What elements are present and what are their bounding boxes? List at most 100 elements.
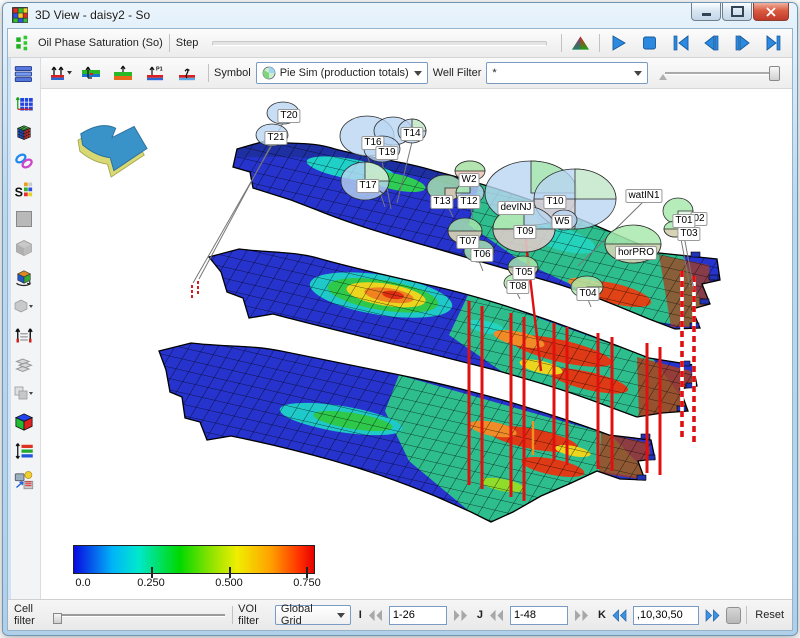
colorbar-tick-label: 0.250 <box>137 577 165 589</box>
chevron-down-icon <box>337 613 345 618</box>
window-3d-view: 3D View - daisy2 - So Oil Phase Saturati… <box>2 2 798 636</box>
property-label: Oil Phase Saturation (So) <box>38 37 163 49</box>
voi-filter-value: Global Grid <box>281 603 333 627</box>
wells-all-icon[interactable] <box>47 62 75 84</box>
titlebar[interactable]: 3D View - daisy2 - So <box>3 3 797 27</box>
colorbar-tick-label: 0.750 <box>293 577 321 589</box>
i-range-input[interactable] <box>389 606 447 625</box>
well-label-T09: T09 <box>513 225 536 239</box>
wells-producer-icon[interactable] <box>111 62 139 84</box>
well-label-T04: T04 <box>576 287 599 301</box>
link-views-icon[interactable] <box>12 149 36 173</box>
app-frame: Oil Phase Saturation (So) Step S P1 <box>7 28 793 631</box>
k-range-input[interactable] <box>633 606 699 625</box>
symbol-select[interactable]: Pie Sim (production totals) <box>256 62 428 84</box>
cell-filter-slider[interactable] <box>51 609 228 621</box>
maximize-button[interactable] <box>722 3 752 21</box>
well-label-watIN1: watIN1 <box>625 189 662 203</box>
last-step-button[interactable] <box>761 32 786 54</box>
symbol-value: Pie Sim (production totals) <box>280 67 409 79</box>
separator <box>561 34 562 52</box>
well-icon-group: P1 <box>47 62 203 84</box>
voi-filter-label: VOI filter <box>238 603 270 627</box>
maximize-icon <box>731 6 744 17</box>
pie-icon <box>262 66 276 80</box>
well-label-T08: T08 <box>506 280 529 294</box>
window-title: 3D View - daisy2 - So <box>35 8 150 22</box>
well-filter-value: * <box>492 67 496 79</box>
well-label-horPRO: horPRO <box>615 246 657 260</box>
stop-button[interactable] <box>637 32 662 54</box>
minimize-icon <box>702 13 711 16</box>
wells-layers-icon[interactable] <box>12 323 36 347</box>
screenshot-root: 3D View - daisy2 - So Oil Phase Saturati… <box>0 0 800 638</box>
colorbar: 0.0 0.250 0.500 0.750 <box>73 545 317 591</box>
reset-button[interactable]: Reset <box>755 609 784 621</box>
rotate-view-icon[interactable] <box>12 265 36 289</box>
next-step-button[interactable] <box>730 32 755 54</box>
i-range-next-button[interactable] <box>452 607 469 623</box>
chevron-down-icon <box>414 71 422 76</box>
separator <box>599 34 600 52</box>
well-labels: T20T21T16T19T14T17W2T13T12devINJT10W5T09… <box>41 89 792 599</box>
viewport-3d[interactable]: T20T21T16T19T14T17W2T13T12devINJT10W5T09… <box>41 89 792 599</box>
well-label-T06: T06 <box>470 248 493 262</box>
grid-3d-icon[interactable] <box>12 120 36 144</box>
well-label-T13: T13 <box>430 195 453 209</box>
wells-trajectory-icon[interactable] <box>175 62 203 84</box>
prev-step-button[interactable] <box>699 32 724 54</box>
i-range-prev-button[interactable] <box>367 607 384 623</box>
property-select-icon[interactable]: S <box>12 178 36 202</box>
transparency-slider[interactable] <box>657 66 782 80</box>
well-label-T21: T21 <box>264 131 287 145</box>
separator <box>208 64 209 82</box>
toolbar-wells: P1 Symbol Pie Sim (production totals) We… <box>41 58 792 89</box>
plane-ij-icon[interactable] <box>12 207 36 231</box>
range-stop-button[interactable] <box>726 607 741 624</box>
close-icon <box>766 7 776 17</box>
j-range-next-button[interactable] <box>573 607 590 623</box>
step-label: Step <box>176 37 199 49</box>
slice-menu-icon[interactable] <box>12 381 36 405</box>
chevron-down-icon <box>634 71 642 76</box>
k-range-prev-button[interactable] <box>611 607 628 623</box>
slider-thumb[interactable] <box>769 66 780 81</box>
well-filter-label: Well Filter <box>433 67 482 79</box>
well-filter-combo[interactable]: * <box>486 62 648 84</box>
k-range-next-button[interactable] <box>704 607 721 623</box>
bottom-filter-bar: Cell filter VOI filter Global Grid I J K <box>8 599 792 630</box>
probe-tools-icon[interactable] <box>12 468 36 492</box>
well-label-T03: T03 <box>677 227 700 241</box>
j-range-prev-button[interactable] <box>488 607 505 623</box>
sidebar-toolbar: S <box>8 58 41 599</box>
well-label-T12: T12 <box>457 195 480 209</box>
areal-view-icon[interactable] <box>12 91 36 115</box>
colorbar-gradient <box>73 545 315 574</box>
close-button[interactable] <box>753 3 789 21</box>
well-label-T19: T19 <box>375 146 398 160</box>
cell-filter-label: Cell filter <box>14 603 46 627</box>
well-label-T05: T05 <box>512 266 535 280</box>
slider-thumb[interactable] <box>53 613 62 624</box>
time-color-icon[interactable] <box>568 32 593 54</box>
play-button[interactable] <box>606 32 631 54</box>
voi-filter-select[interactable]: Global Grid <box>275 605 351 625</box>
j-range-input[interactable] <box>510 606 568 625</box>
first-step-button[interactable] <box>668 32 693 54</box>
separator <box>169 34 170 52</box>
cube-faces-icon[interactable] <box>12 410 36 434</box>
block-menu-icon[interactable] <box>12 294 36 318</box>
layer-range-icon[interactable] <box>12 439 36 463</box>
tree-view-icon[interactable] <box>12 62 36 86</box>
block-3d-icon[interactable] <box>12 236 36 260</box>
symbol-label: Symbol <box>214 67 251 79</box>
well-label-T20: T20 <box>277 109 300 123</box>
well-label-W2: W2 <box>459 173 480 187</box>
well-label-T10: T10 <box>543 195 566 209</box>
step-slider[interactable] <box>212 41 547 46</box>
well-label-devINJ: devINJ <box>497 201 534 215</box>
minimize-button[interactable] <box>691 3 721 21</box>
wells-injector-icon[interactable] <box>79 62 107 84</box>
layers-stack-icon[interactable] <box>12 352 36 376</box>
wells-perf-icon[interactable]: P1 <box>143 62 171 84</box>
